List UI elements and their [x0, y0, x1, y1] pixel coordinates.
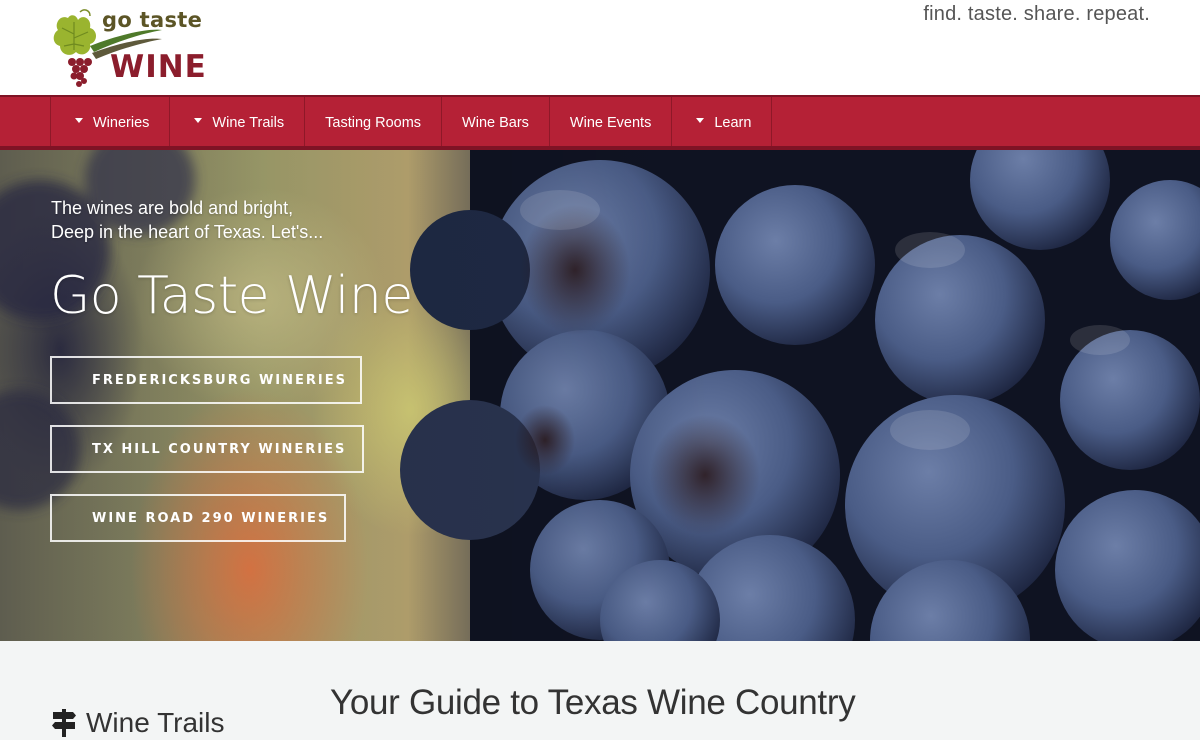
- nav-item-learn[interactable]: Learn: [672, 97, 773, 146]
- nav-item-wine-trails[interactable]: Wine Trails: [170, 97, 306, 146]
- hero-intro-text: The wines are bold and bright, Deep in t…: [51, 196, 323, 244]
- site-tagline: find. taste. share. repeat.: [923, 3, 1150, 25]
- fredericksburg-wineries-button[interactable]: FREDERICKSBURG WINERIES: [50, 356, 362, 404]
- nav-menu: Wineries Wine Trails Tasting Rooms Wine …: [50, 97, 773, 146]
- logo-text-wine: WINE: [110, 49, 207, 85]
- nav-item-wine-events[interactable]: Wine Events: [550, 97, 673, 146]
- tx-hill-country-wineries-button[interactable]: TX HILL COUNTRY WINERIES: [50, 425, 364, 473]
- nav-item-label: Wine Bars: [462, 114, 529, 131]
- hero-intro-line-1: The wines are bold and bright,: [51, 198, 294, 218]
- wine-trails-heading[interactable]: Wine Trails: [86, 707, 224, 739]
- wine-road-290-wineries-button[interactable]: WINE ROAD 290 WINERIES: [50, 494, 346, 542]
- nav-item-label: Wineries: [93, 114, 150, 131]
- content-section: Wine Trails Your Guide to Texas Wine Cou…: [0, 641, 1200, 740]
- site-header: go taste WINE find. taste. share. repeat…: [0, 0, 1200, 95]
- hero-intro-line-2: Deep in the heart of Texas. Let's...: [51, 222, 324, 242]
- caret-down-icon: [696, 118, 705, 123]
- nav-item-label: Wine Events: [569, 114, 652, 131]
- nav-item-label: Tasting Rooms: [325, 114, 422, 131]
- hero-banner: The wines are bold and bright, Deep in t…: [0, 150, 1200, 641]
- nav-item-label: Wine Trails: [212, 114, 285, 131]
- nav-item-wine-bars[interactable]: Wine Bars: [442, 97, 550, 146]
- logo-text-go-taste: go taste: [102, 8, 203, 32]
- nav-item-tasting-rooms[interactable]: Tasting Rooms: [305, 97, 443, 146]
- hero-title: Go Taste Wine: [50, 266, 413, 326]
- main-navigation: Wineries Wine Trails Tasting Rooms Wine …: [0, 95, 1200, 150]
- guide-heading: Your Guide to Texas Wine Country: [330, 683, 856, 722]
- nav-item-label: Learn: [714, 114, 752, 131]
- site-logo[interactable]: go taste WINE: [50, 6, 210, 90]
- nav-item-wineries[interactable]: Wineries: [51, 97, 171, 146]
- signpost-icon: [52, 709, 76, 737]
- caret-down-icon: [194, 118, 203, 123]
- caret-down-icon: [75, 118, 83, 123]
